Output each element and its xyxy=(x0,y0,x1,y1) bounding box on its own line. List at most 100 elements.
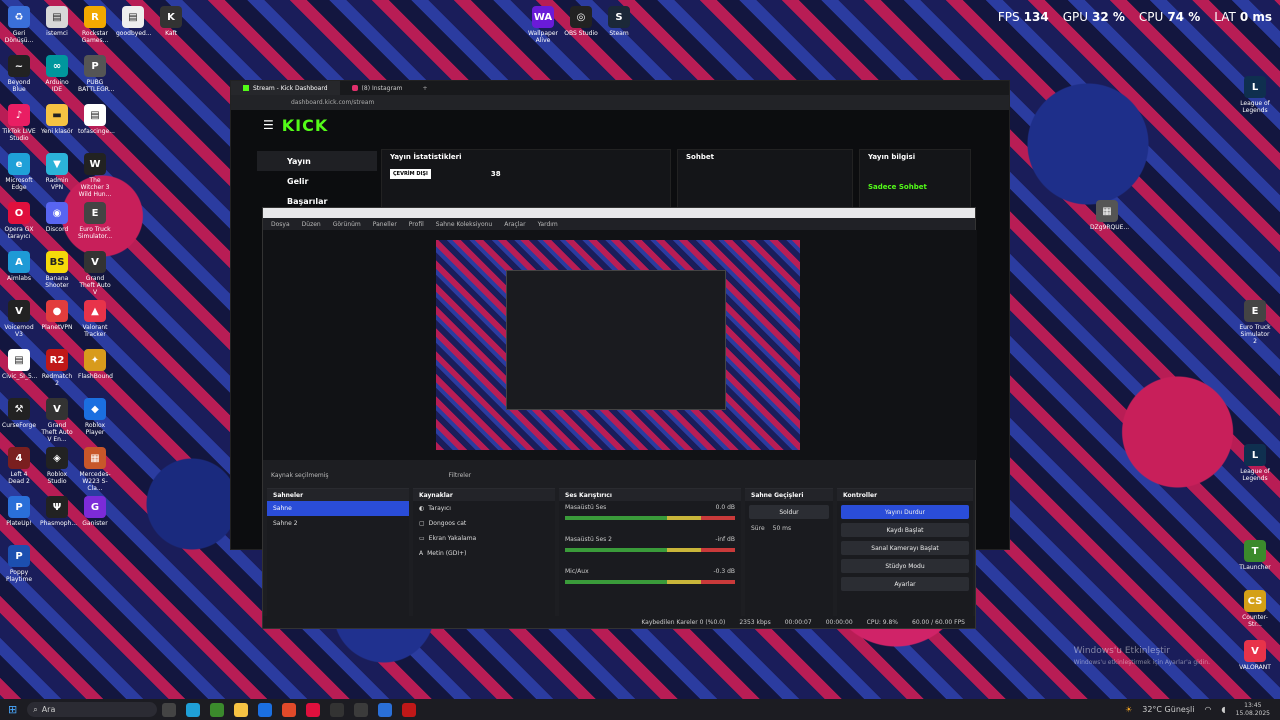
obs-menu-item[interactable]: Yardım xyxy=(538,221,558,228)
obs-menu-item[interactable]: Dosya xyxy=(271,221,290,228)
stop-streaming-button[interactable]: Yayını Durdur xyxy=(841,505,969,519)
obs-menu-item[interactable]: Paneller xyxy=(373,221,397,228)
opera-gx-icon[interactable] xyxy=(306,702,321,717)
obs-preview[interactable] xyxy=(263,230,977,460)
windows-start-icon[interactable]: ⊞ xyxy=(8,703,17,716)
desktop-icon[interactable]: P Poppy Playtime xyxy=(2,545,36,583)
desktop-icon[interactable]: P PUBG BATTLEGR... xyxy=(78,55,114,93)
desktop-icon[interactable]: ▼ Radmin VPN xyxy=(40,153,74,191)
desktop-icon[interactable]: ♻ Geri Dönüşü... xyxy=(2,6,36,44)
kick-logo[interactable]: KICK xyxy=(282,116,329,135)
desktop-icon[interactable]: V Grand Theft Auto V En... xyxy=(40,398,74,443)
desktop-icon[interactable]: ⚒ CurseForge xyxy=(2,398,36,429)
edge-icon[interactable] xyxy=(186,702,201,717)
source-item[interactable]: ◐ Tarayıcı xyxy=(413,501,555,516)
desktop-icon[interactable]: V Voicemod V3 xyxy=(2,300,36,338)
desktop-icon[interactable]: ▲ Valorant Tracker xyxy=(78,300,112,338)
obs-menu-item[interactable]: Profil xyxy=(409,221,424,228)
desktop-icon[interactable]: ▦ DZg9RQUE... xyxy=(1090,200,1129,231)
volume-meter[interactable] xyxy=(565,548,735,552)
obs-menu-item[interactable]: Görünüm xyxy=(333,221,361,228)
desktop-icon[interactable]: L League of Legends xyxy=(1238,444,1272,482)
desktop-icon[interactable]: T TLauncher xyxy=(1238,540,1272,571)
file-explorer-icon[interactable] xyxy=(234,702,249,717)
gpu-stat: GPU 32 % xyxy=(1062,10,1125,24)
desktop-icon[interactable]: P PlateUp! xyxy=(2,496,36,527)
source-item[interactable]: ▢ Dongoos cat xyxy=(413,516,555,531)
desktop-icon[interactable]: ▤ istemci xyxy=(40,6,74,37)
desktop-icon[interactable]: O Opera GX tarayıcı xyxy=(2,202,36,240)
obs-menu-item[interactable]: Araçlar xyxy=(504,221,525,228)
transition-select[interactable]: Soldur xyxy=(749,505,829,519)
desktop-icon[interactable]: WA Wallpaper Alive xyxy=(526,6,560,44)
tab-instagram[interactable]: (8) Instagram xyxy=(340,81,415,95)
volume-icon[interactable]: ◖ xyxy=(1221,705,1225,714)
desktop-icon[interactable]: ▤ Civic_SI_5... xyxy=(2,349,38,380)
obs-menu-item[interactable]: Düzen xyxy=(302,221,321,228)
desktop-icon[interactable]: L League of Legends xyxy=(1238,76,1272,114)
desktop-icon[interactable]: BS Banana Shooter xyxy=(40,251,74,289)
app-icon: E xyxy=(84,202,106,224)
search-box[interactable]: ⌕ Ara xyxy=(27,702,158,717)
menu-icon[interactable]: ☰ xyxy=(263,118,274,132)
desktop-icon[interactable]: ~ Beyond Blue xyxy=(2,55,36,93)
tab-kick-dashboard[interactable]: Stream - Kick Dashboard xyxy=(231,81,340,95)
desktop-icon[interactable]: E Euro Truck Simulator 2 xyxy=(1238,300,1272,345)
desktop-icon[interactable]: ◆ Roblox Player xyxy=(78,398,112,436)
wifi-icon[interactable]: ◠ xyxy=(1204,705,1211,714)
office-icon[interactable] xyxy=(282,702,297,717)
desktop-icon[interactable]: W The Witcher 3 Wild Hun... xyxy=(78,153,112,198)
desktop-icon[interactable]: ✦ FlashBound xyxy=(78,349,113,380)
clock[interactable]: 13:45 15.08.2025 xyxy=(1236,702,1270,718)
source-item[interactable]: ▭ Ekran Yakalama xyxy=(413,531,555,546)
desktop-icon[interactable]: V VALORANT xyxy=(1238,640,1272,671)
desktop-icon[interactable]: ◈ Roblox Studio xyxy=(40,447,74,485)
app-taskbar-icon[interactable] xyxy=(378,702,393,717)
desktop-icon[interactable]: ▤ tofascinge... xyxy=(78,104,115,135)
studio-mode-button[interactable]: Stüdyo Modu xyxy=(841,559,969,573)
desktop-icon[interactable]: R Rockstar Games... xyxy=(78,6,112,44)
desktop-icon[interactable]: R2 Redmatch 2 xyxy=(40,349,74,387)
sidebar-item-stream[interactable]: Yayın xyxy=(257,151,377,171)
start-recording-button[interactable]: Kaydı Başlat xyxy=(841,523,969,537)
task-view-icon[interactable] xyxy=(162,702,177,717)
obs-taskbar-icon[interactable] xyxy=(330,702,345,717)
desktop-icon[interactable]: CS Counter-Str... xyxy=(1238,590,1272,628)
duration-input[interactable]: 50 ms xyxy=(773,525,792,532)
app-icon: 4 xyxy=(8,447,30,469)
desktop-icon[interactable]: E Euro Truck Simulator... xyxy=(78,202,112,240)
scene-item[interactable]: Sahne 2 xyxy=(267,516,409,531)
desktop-icon[interactable]: Ψ Phasmoph... xyxy=(40,496,77,527)
source-item[interactable]: A Metin (GDI+) xyxy=(413,546,555,561)
desktop-icon[interactable]: 4 Left 4 Dead 2 xyxy=(2,447,36,485)
desktop-icon[interactable]: e Microsoft Edge xyxy=(2,153,36,191)
store-icon[interactable] xyxy=(258,702,273,717)
volume-meter[interactable] xyxy=(565,516,735,520)
address-bar[interactable]: dashboard.kick.com/stream xyxy=(231,95,1009,110)
desktop-icon[interactable]: ◉ Discord xyxy=(40,202,74,233)
kick-taskbar-icon[interactable] xyxy=(354,702,369,717)
settings-button[interactable]: Ayarlar xyxy=(841,577,969,591)
desktop-icon[interactable]: V Grand Theft Auto V xyxy=(78,251,112,296)
desktop-icon[interactable]: ● PlanetVPN xyxy=(40,300,74,331)
new-tab-button[interactable]: + xyxy=(414,85,435,92)
volume-meter[interactable] xyxy=(565,580,735,584)
obs-menu-item[interactable]: Sahne Koleksiyonu xyxy=(436,221,492,228)
desktop-icon[interactable]: K Kaft xyxy=(154,6,188,37)
desktop-icon[interactable]: ▦ Mercedes-W223 S-Cla... xyxy=(78,447,112,492)
desktop-icon[interactable]: ▬ Yeni klasör xyxy=(40,104,74,135)
desktop-icon[interactable]: ♪ TikTok LIVE Studio xyxy=(2,104,36,142)
filters-button[interactable]: Filtreler xyxy=(449,472,472,479)
start-virtual-camera-button[interactable]: Sanal Kamerayı Başlat xyxy=(841,541,969,555)
sidebar-item-revenue[interactable]: Gelir xyxy=(257,171,377,191)
desktop-icon[interactable]: ∞ Arduino IDE xyxy=(40,55,74,93)
weather-text[interactable]: 32°C Güneşli xyxy=(1142,705,1194,714)
desktop-icon[interactable]: A Aimlabs xyxy=(2,251,36,282)
desktop-icon[interactable]: S Steam xyxy=(602,6,636,37)
chrome-icon[interactable] xyxy=(210,702,225,717)
scene-item[interactable]: Sahne xyxy=(267,501,409,516)
desktop-icon[interactable]: ▤ goodbyed... xyxy=(116,6,152,37)
desktop-icon[interactable]: ◎ OBS Studio xyxy=(564,6,598,37)
desktop-icon[interactable]: G Ganister xyxy=(78,496,112,527)
opera-taskbar-icon[interactable] xyxy=(402,702,417,717)
